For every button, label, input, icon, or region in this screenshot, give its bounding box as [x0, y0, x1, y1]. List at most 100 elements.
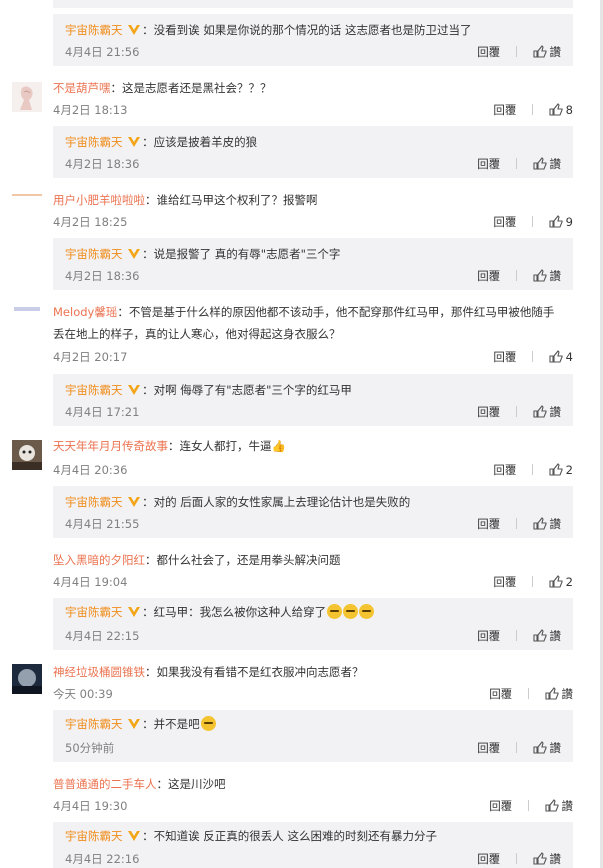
divider: [527, 688, 529, 699]
reply-button[interactable]: 回覆: [489, 798, 512, 814]
divider: [515, 158, 517, 169]
reply-time: 4月4日 17:21: [65, 405, 140, 419]
thumbs-up-icon[interactable]: [549, 103, 563, 116]
thumbs-up-icon[interactable]: [532, 517, 547, 530]
comment-author[interactable]: 坠入黑暗的夕阳红: [53, 553, 145, 567]
like-button-label[interactable]: 讚: [550, 517, 562, 531]
avatar[interactable]: [12, 664, 42, 694]
comment-item: 坠入黑暗的夕阳红：都什么社会了，还是用拳头解决问题 4月4日 19:04 回覆 …: [53, 553, 573, 590]
thumbs-up-icon[interactable]: [532, 741, 547, 754]
reply-text: 对的 后面人家的女性家属上去理论估计也是失败的: [153, 495, 411, 509]
comment-author[interactable]: 用户小肥羊啦啦啦: [53, 193, 145, 207]
comment-item: 普普通通的二手车人：这是川沙吧 4月4日 19:30 回覆 讚: [53, 777, 574, 814]
comment-item: 用户小肥羊啦啦啦：谁给红马甲这个权利了？报警啊 4月2日 18:25 回覆 9: [53, 193, 573, 230]
reply-author[interactable]: 宇宙陈霸天: [65, 829, 123, 843]
reply-card-partial: [53, 0, 573, 8]
reply-author[interactable]: 宇宙陈霸天: [65, 605, 123, 619]
reply-button[interactable]: 回覆: [477, 628, 500, 644]
like-button-label[interactable]: 讚: [550, 629, 562, 643]
emoji-icon: [343, 604, 359, 619]
thumbs-up-icon[interactable]: [532, 629, 547, 642]
reply-button[interactable]: 回覆: [493, 462, 516, 478]
thumbs-up-icon[interactable]: [549, 350, 563, 363]
verified-v-icon: [128, 719, 141, 729]
reply-card: 宇宙陈霸天 ：对的 后面人家的女性家属上去理论估计也是失败的 4月4日 21:5…: [53, 486, 573, 538]
reply-button[interactable]: 回覆: [493, 102, 516, 118]
thumbs-up-icon[interactable]: [549, 463, 563, 476]
comment-author[interactable]: 普普通通的二手车人: [53, 777, 157, 791]
divider: [532, 464, 534, 475]
divider: [515, 853, 517, 864]
thumbs-up-icon[interactable]: [549, 575, 563, 588]
reply-author[interactable]: 宇宙陈霸天: [65, 383, 123, 397]
comment-author[interactable]: 神经垃圾桶圆锥铁: [53, 665, 145, 679]
emoji-icon: [359, 604, 375, 619]
comment-text-line2: 丢在地上的样子，真的让人寒心，他对得起这身衣服么？: [53, 327, 341, 341]
reply-button[interactable]: 回覆: [477, 516, 500, 532]
like-button-label[interactable]: 讚: [550, 269, 562, 283]
comment-item: 天天年年月月传奇故事：连女人都打，牛逼👍 4月4日 20:36 回覆 2: [53, 439, 573, 478]
like-button-label[interactable]: 讚: [550, 45, 562, 59]
thumbs-up-icon[interactable]: [532, 45, 547, 58]
like-count: 8: [565, 103, 573, 117]
comment-text: 这是志愿者还是黑社会？？？: [122, 81, 272, 95]
like-button-label[interactable]: 讚: [562, 799, 574, 813]
comment-text-line1: 不管是基于什么样的原因他都不该动手，他不配穿那件红马甲，那件红马甲被他随手: [128, 305, 555, 319]
avatar[interactable]: [12, 304, 42, 314]
reply-button[interactable]: 回覆: [493, 349, 516, 365]
divider: [515, 630, 517, 641]
divider: [515, 742, 517, 753]
thumbs-up-icon[interactable]: [532, 852, 547, 865]
like-button-label[interactable]: 讚: [550, 852, 562, 866]
like-button-label[interactable]: 讚: [550, 157, 562, 171]
reply-card: 宇宙陈霸天 ：不知道诶 反正真的很丢人 这么困难的时刻还有暴力分子 4月4日 2…: [53, 822, 573, 868]
reply-button[interactable]: 回覆: [477, 268, 500, 284]
reply-button[interactable]: 回覆: [477, 44, 500, 60]
comment-author[interactable]: 不是葫芦嘿: [53, 81, 111, 95]
like-button-label[interactable]: 讚: [562, 687, 574, 701]
comment-author[interactable]: 天天年年月月传奇故事: [53, 439, 168, 453]
reply-author[interactable]: 宇宙陈霸天: [65, 23, 123, 37]
avatar[interactable]: [12, 440, 42, 470]
thumbs-up-icon[interactable]: [549, 215, 563, 228]
comment-item: 神经垃圾桶圆锥铁：如果我没有看错不是红衣服冲向志愿者？ 今天 00:39 回覆 …: [53, 665, 574, 702]
divider: [515, 518, 517, 529]
reply-text: 红马甲：我怎么被你这种人给穿了: [153, 605, 327, 619]
reply-button[interactable]: 回覆: [493, 574, 516, 590]
thumbs-up-icon[interactable]: [532, 405, 547, 418]
reply-author[interactable]: 宇宙陈霸天: [65, 247, 123, 261]
verified-v-icon: [128, 385, 141, 395]
like-button-label[interactable]: 讚: [550, 405, 562, 419]
reply-button[interactable]: 回覆: [493, 214, 516, 230]
verified-v-icon: [128, 497, 141, 507]
reply-author[interactable]: 宇宙陈霸天: [65, 135, 123, 149]
reply-card: 宇宙陈霸天 ：红马甲：我怎么被你这种人给穿了 4月4日 22:15 回覆 讚: [53, 598, 573, 650]
verified-v-icon: [128, 25, 141, 35]
reply-text: 说是报警了 真的有辱"志愿者"三个字: [153, 247, 341, 261]
reply-button[interactable]: 回覆: [477, 404, 500, 420]
thumbs-up-icon[interactable]: [544, 799, 559, 812]
thumbs-up-icon[interactable]: [532, 269, 547, 282]
reply-time: 4月4日 21:55: [65, 517, 140, 531]
divider: [532, 104, 534, 115]
reply-card: 宇宙陈霸天 ：对啊 侮辱了有"志愿者"三个字的红马甲 4月4日 17:21 回覆…: [53, 374, 573, 426]
like-button-label[interactable]: 讚: [550, 741, 562, 755]
reply-time: 4月4日 21:56: [65, 45, 140, 59]
comment-text: 谁给红马甲这个权利了？报警啊: [156, 193, 318, 207]
reply-button[interactable]: 回覆: [477, 156, 500, 172]
verified-v-icon: [128, 137, 141, 147]
like-count: 2: [565, 463, 573, 477]
reply-button[interactable]: 回覆: [477, 851, 500, 867]
avatar[interactable]: [12, 82, 42, 112]
thumbs-up-icon[interactable]: [544, 687, 559, 700]
thumbs-up-icon[interactable]: [532, 157, 547, 170]
reply-button[interactable]: 回覆: [477, 740, 500, 756]
reply-author[interactable]: 宇宙陈霸天: [65, 495, 123, 509]
reply-text: 没看到诶 如果是你说的那个情况的话 这志愿者也是防卫过当了: [153, 23, 472, 37]
reply-button[interactable]: 回覆: [489, 686, 512, 702]
comment-author[interactable]: Melody馨瑶: [53, 305, 117, 319]
reply-author[interactable]: 宇宙陈霸天: [65, 717, 123, 731]
like-count: 2: [565, 575, 573, 589]
divider: [527, 800, 529, 811]
avatar[interactable]: [12, 190, 42, 200]
